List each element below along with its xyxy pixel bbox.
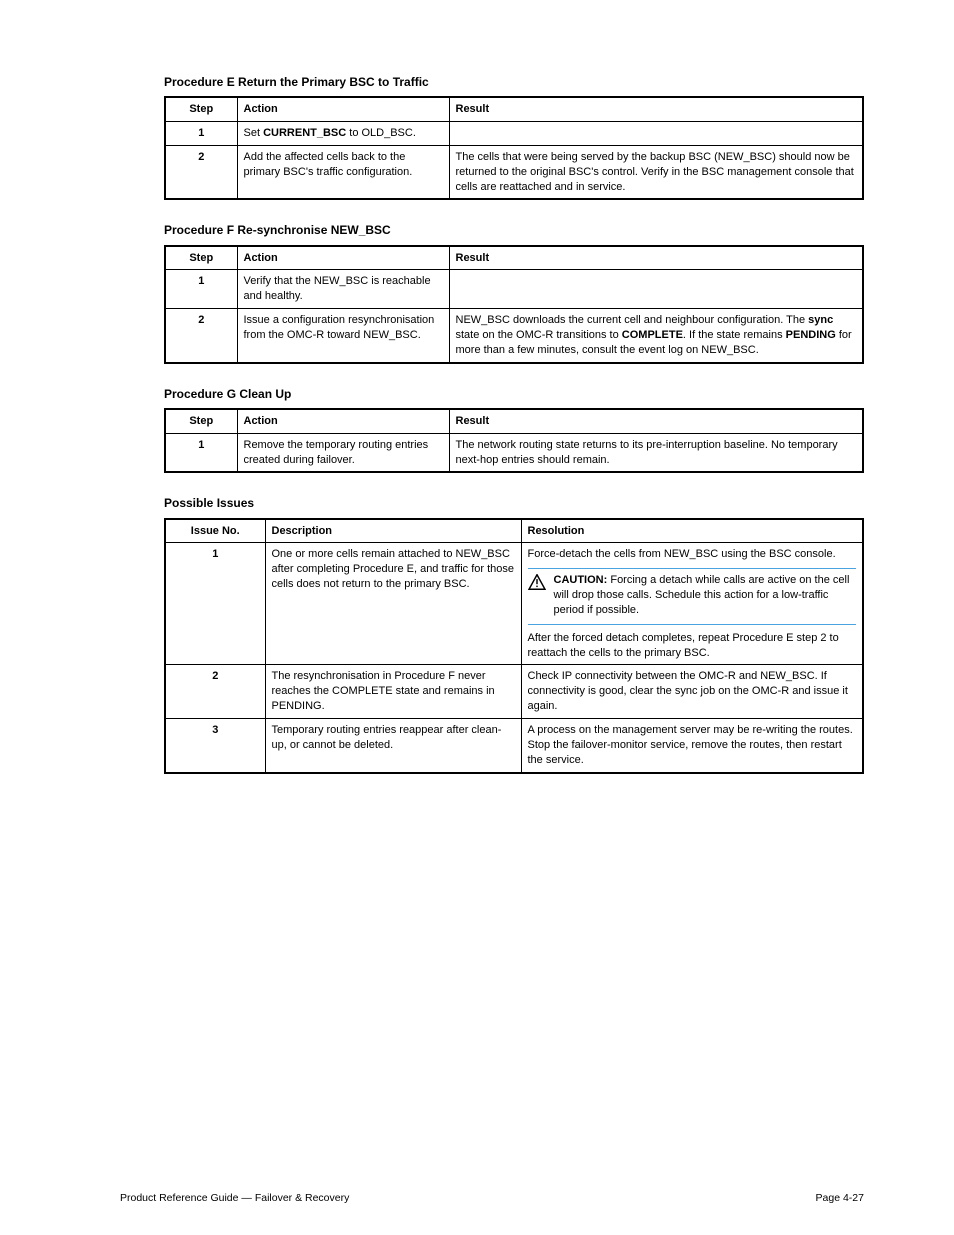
table-issues: Issue No. Description Resolution 1 One o… [164,518,864,774]
th-step: Step [165,246,237,270]
cell-result: The network routing state returns to its… [449,433,863,472]
table-row: 1 One or more cells remain attached to N… [165,543,863,665]
cell-action: Remove the temporary routing entries cre… [237,433,449,472]
cell-description: Temporary routing entries reappear after… [265,719,521,773]
table-header-row: Step Action Result [165,246,863,270]
cell-action: Issue a configuration resynchronisation … [237,309,449,363]
th-description: Description [265,519,521,543]
cell-issue-no: 3 [165,719,265,773]
cell-resolution: Check IP connectivity between the OMC-R … [521,665,863,719]
cell-result: NEW_BSC downloads the current cell and n… [449,309,863,363]
resolution-outro: After the forced detach completes, repea… [528,631,857,661]
table-header-row: Issue No. Description Resolution [165,519,863,543]
resolution-intro: Force-detach the cells from NEW_BSC usin… [528,547,857,562]
cell-result: The cells that were being served by the … [449,145,863,199]
th-step: Step [165,409,237,433]
cell-result [449,270,863,309]
cell-action: Verify that the NEW_BSC is reachable and… [237,270,449,309]
cell-result [449,122,863,146]
cell-step: 1 [165,270,237,309]
table-header-row: Step Action Result [165,97,863,121]
table-row: 3 Temporary routing entries reappear aft… [165,719,863,773]
th-action: Action [237,97,449,121]
cell-issue-no: 2 [165,665,265,719]
table-row: 1 Remove the temporary routing entries c… [165,433,863,472]
table-row: 1 Verify that the NEW_BSC is reachable a… [165,270,863,309]
cell-resolution: A process on the management server may b… [521,719,863,773]
cell-step: 2 [165,145,237,199]
page-footer: Product Reference Guide — Failover & Rec… [0,1191,954,1205]
table-header-row: Step Action Result [165,409,863,433]
section-title-issues: Possible Issues [164,495,864,511]
table-procedure-f: Step Action Result 1 Verify that the NEW… [164,245,864,364]
footer-left: Product Reference Guide — Failover & Rec… [120,1191,349,1205]
th-resolution: Resolution [521,519,863,543]
cell-step: 2 [165,309,237,363]
cell-resolution: Force-detach the cells from NEW_BSC usin… [521,543,863,665]
cell-description: One or more cells remain attached to NEW… [265,543,521,665]
cell-issue-no: 1 [165,543,265,665]
th-result: Result [449,409,863,433]
cell-action: Add the affected cells back to the prima… [237,145,449,199]
table-row: 2 Issue a configuration resynchronisatio… [165,309,863,363]
caution-title: CAUTION: [554,574,608,586]
caution-link-top[interactable] [528,568,857,569]
page: Procedure E Return the Primary BSC to Tr… [0,0,954,1235]
cell-action: Set CURRENT_BSC to OLD_BSC. [237,122,449,146]
th-result: Result [449,246,863,270]
th-action: Action [237,246,449,270]
cell-description: The resynchronisation in Procedure F nev… [265,665,521,719]
th-step: Step [165,97,237,121]
table-row: 1 Set CURRENT_BSC to OLD_BSC. [165,122,863,146]
cell-step: 1 [165,122,237,146]
caution-link-bottom[interactable] [528,624,857,625]
section-title-e: Procedure E Return the Primary BSC to Tr… [164,74,864,90]
table-row: 2 The resynchronisation in Procedure F n… [165,665,863,719]
th-result: Result [449,97,863,121]
caution-box: CAUTION: Forcing a detach while calls ar… [528,573,857,618]
footer-right: Page 4-27 [816,1191,864,1205]
table-row: 2 Add the affected cells back to the pri… [165,145,863,199]
section-title-f: Procedure F Re-synchronise NEW_BSC [164,222,864,238]
section-title-g: Procedure G Clean Up [164,386,864,402]
warning-triangle-icon [528,574,546,590]
th-issue-no: Issue No. [165,519,265,543]
cell-step: 1 [165,433,237,472]
table-procedure-e: Step Action Result 1 Set CURRENT_BSC to … [164,96,864,200]
table-procedure-g: Step Action Result 1 Remove the temporar… [164,408,864,474]
th-action: Action [237,409,449,433]
